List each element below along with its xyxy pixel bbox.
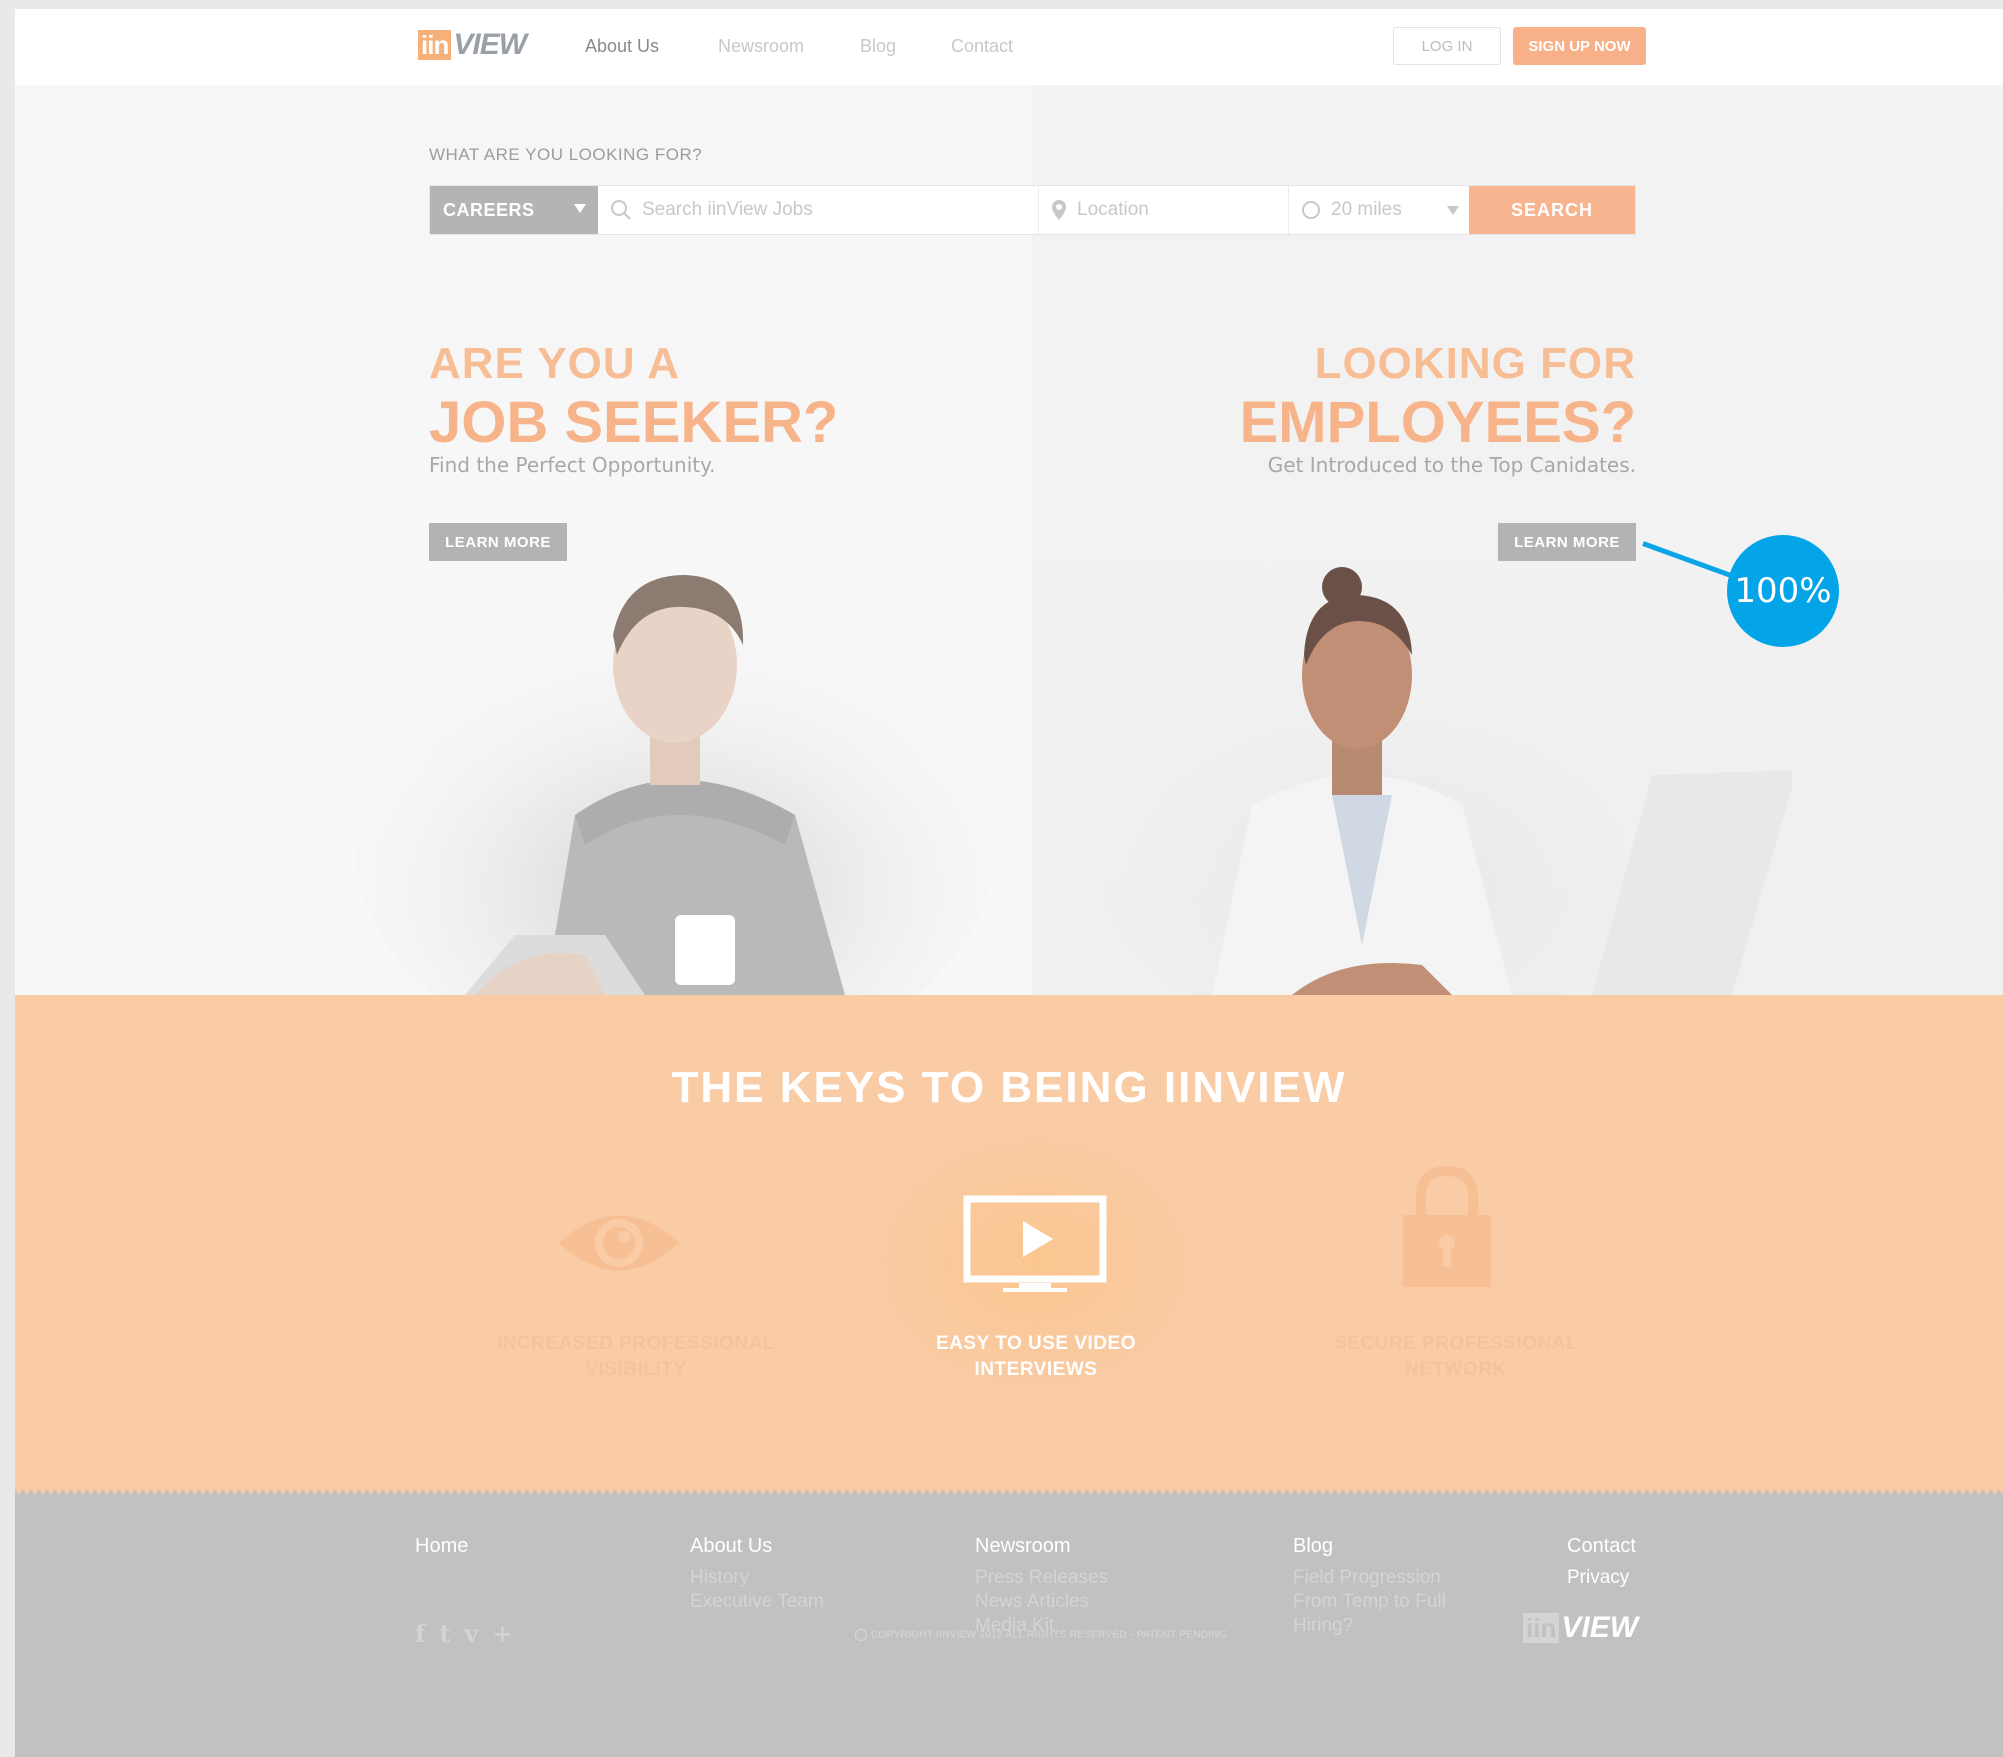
login-button[interactable]: LOG IN — [1393, 27, 1501, 65]
key-video-line2: INTERVIEWS — [974, 1359, 1098, 1380]
footer-logo-mark-n: n — [1540, 1613, 1557, 1643]
search-question: WHAT ARE YOU LOOKING FOR? — [429, 145, 703, 164]
key-video-line1: EASY TO USE VIDEO — [936, 1333, 1136, 1354]
nav-about-us[interactable]: About Us — [585, 36, 659, 57]
iinview-logo[interactable]: iin VIEW — [418, 28, 527, 62]
nav-blog[interactable]: Blog — [860, 36, 896, 57]
padlock-icon — [1403, 1165, 1491, 1287]
keys-section: THE KEYS TO BEING IINVIEW INCREASED PROF… — [15, 995, 2003, 1495]
footer-link-home[interactable]: Home — [415, 1535, 468, 1558]
keyword-search-field[interactable]: Search iinView Jobs — [598, 186, 1038, 234]
footer-col-newsroom: Newsroom Press Releases News Articles Me… — [975, 1535, 1108, 1638]
footer-link-contact[interactable]: Contact — [1567, 1535, 1636, 1558]
copyright-label: COPYRIGHT IINVIEW 2012 ALL RIGHTS RESERV… — [871, 1629, 1227, 1641]
footer-link-field-progression[interactable]: Field Progression — [1293, 1566, 1446, 1590]
key-secure-line1: SECURE PROFESSIONAL — [1334, 1333, 1578, 1354]
key-secure-label: SECURE PROFESSIONAL NETWORK — [1291, 1331, 1621, 1383]
vimeo-icon[interactable]: v — [464, 1619, 478, 1648]
google-plus-icon[interactable]: + — [492, 1619, 512, 1648]
footer-link-newsroom[interactable]: Newsroom — [975, 1535, 1108, 1558]
footer-link-hiring[interactable]: Hiring? — [1293, 1614, 1446, 1638]
employer-heading-line1: LOOKING FOR — [1314, 339, 1636, 388]
footer-col-about: About Us History Executive Team — [690, 1535, 824, 1614]
search-button[interactable]: SEARCH — [1469, 186, 1635, 234]
key-visibility-line1: INCREASED PROFESSIONAL — [496, 1333, 776, 1354]
copyright-icon — [855, 1629, 867, 1641]
keys-title: THE KEYS TO BEING IINVIEW — [671, 1063, 1347, 1112]
zoom-level-badge: 100% — [1727, 535, 1839, 647]
video-play-icon — [963, 1195, 1107, 1292]
nav-newsroom[interactable]: Newsroom — [718, 36, 804, 57]
footer-logo-mark: ii — [1526, 1613, 1541, 1643]
twitter-icon[interactable]: t — [439, 1619, 450, 1648]
category-selected-value: CAREERS — [443, 199, 535, 220]
footer-logo[interactable]: iin VIEW — [1523, 1611, 1638, 1645]
eye-icon — [559, 1215, 679, 1271]
radius-circle-icon — [1302, 201, 1320, 219]
site-footer: Home About Us History Executive Team New… — [15, 1495, 2003, 1757]
caret-down-icon — [1447, 206, 1459, 215]
key-visibility-label: INCREASED PROFESSIONAL VISIBILITY — [471, 1331, 801, 1383]
footer-link-about-us[interactable]: About Us — [690, 1535, 824, 1558]
social-links: f t v + — [415, 1619, 512, 1648]
location-placeholder: Location — [1077, 199, 1149, 220]
footer-link-history[interactable]: History — [690, 1566, 824, 1590]
radius-select[interactable]: 20 miles — [1289, 186, 1471, 234]
signup-button[interactable]: SIGN UP NOW — [1513, 27, 1646, 65]
footer-link-blog[interactable]: Blog — [1293, 1535, 1446, 1558]
footer-link-news-articles[interactable]: News Articles — [975, 1590, 1108, 1614]
seeker-heading-line1: ARE YOU A — [429, 339, 681, 388]
nav-contact[interactable]: Contact — [951, 36, 1013, 57]
facebook-icon[interactable]: f — [415, 1619, 425, 1648]
logo-mark-n: n — [433, 30, 449, 60]
category-select[interactable]: CAREERS — [430, 186, 598, 234]
location-field[interactable]: Location — [1039, 186, 1288, 234]
footer-link-press-releases[interactable]: Press Releases — [975, 1566, 1108, 1590]
job-seeker-photo — [355, 575, 995, 995]
footer-logo-word: VIEW — [1561, 1611, 1639, 1644]
search-icon — [611, 200, 631, 220]
footer-col-home: Home — [415, 1535, 468, 1566]
footer-col-contact: Contact Privacy — [1567, 1535, 1636, 1590]
footer-col-blog: Blog Field Progression From Temp to Full… — [1293, 1535, 1446, 1638]
site-header: iin VIEW About Us Newsroom Blog Contact … — [15, 9, 2003, 85]
footer-link-temp-to-full[interactable]: From Temp to Full — [1293, 1590, 1446, 1614]
footer-link-executive-team[interactable]: Executive Team — [690, 1590, 824, 1614]
logo-mark: ii — [421, 30, 434, 60]
key-secure-line2: NETWORK — [1405, 1359, 1507, 1380]
page-canvas: iin VIEW About Us Newsroom Blog Contact … — [15, 9, 2003, 1757]
key-visibility-line2: VISIBILITY — [585, 1359, 687, 1380]
seeker-subtitle: Find the Perfect Opportunity. — [429, 453, 716, 477]
employer-photo — [1092, 567, 1792, 995]
copyright-text: COPYRIGHT IINVIEW 2012 ALL RIGHTS RESERV… — [855, 1629, 1227, 1641]
caret-down-icon — [574, 204, 586, 213]
logo-word: VIEW — [453, 28, 527, 61]
location-pin-icon — [1052, 200, 1066, 220]
employer-heading-line2: EMPLOYEES? — [1239, 390, 1636, 455]
employer-learn-more-button[interactable]: LEARN MORE — [1498, 523, 1636, 561]
seeker-learn-more-button[interactable]: LEARN MORE — [429, 523, 567, 561]
seeker-heading-line2: JOB SEEKER? — [429, 390, 839, 455]
footer-link-privacy[interactable]: Privacy — [1567, 1566, 1636, 1590]
key-video-label: EASY TO USE VIDEO INTERVIEWS — [871, 1331, 1201, 1383]
zigzag-divider — [15, 1489, 2003, 1499]
keyword-placeholder: Search iinView Jobs — [642, 199, 813, 220]
job-search-bar: CAREERS Search iinView Jobs Location 20 … — [429, 185, 1636, 235]
radius-selected-value: 20 miles — [1331, 199, 1402, 220]
employer-subtitle: Get Introduced to the Top Canidates. — [1267, 453, 1636, 477]
